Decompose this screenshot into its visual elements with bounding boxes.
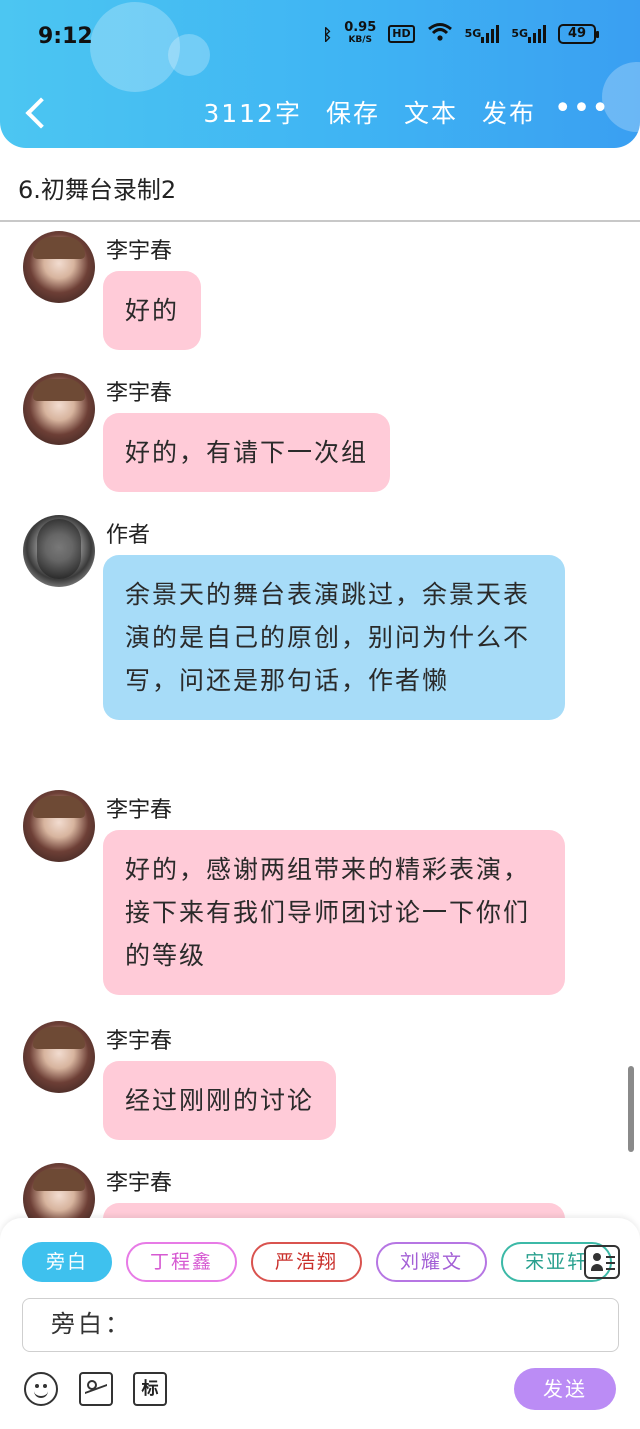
- sender-name: 李宇春: [106, 798, 173, 823]
- chapter-title[interactable]: 6.初舞台录制2: [18, 170, 176, 205]
- image-icon[interactable]: [79, 1372, 113, 1406]
- message-bubble[interactable]: 好的，感谢两组带来的精彩表演，接下来有我们导师团讨论一下你们的等级: [103, 830, 565, 995]
- save-button[interactable]: 保存: [326, 94, 380, 130]
- avatar[interactable]: [23, 515, 95, 587]
- mark-button[interactable]: 标: [133, 1372, 167, 1406]
- sender-name: 李宇春: [106, 239, 173, 264]
- wifi-icon: [427, 22, 453, 46]
- hd-badge: HD: [388, 25, 415, 43]
- status-icons: ᛒ 0.95 KB/S HD 5G 5G 49: [322, 20, 599, 46]
- sender-name: 李宇春: [106, 381, 173, 406]
- nav-bar: 3112字 保存 文本 发布 •••: [0, 84, 640, 140]
- message-bubble[interactable]: 余景天的舞台表演跳过，余景天表演的是自己的原创，别问为什么不写，问还是那句话，作…: [103, 555, 565, 720]
- send-button[interactable]: 发送: [514, 1368, 616, 1410]
- bluetooth-icon: ᛒ: [322, 24, 333, 44]
- sender-name: 李宇春: [106, 1171, 173, 1196]
- net-speed-value: 0.95: [344, 20, 377, 35]
- text-button[interactable]: 文本: [404, 94, 458, 130]
- role-chip[interactable]: 丁程鑫: [126, 1242, 238, 1282]
- word-count: 3112字: [203, 99, 302, 128]
- message-bubble[interactable]: 好的，有请下一次组: [103, 413, 391, 492]
- role-selector: 旁白 丁程鑫 严浩翔 刘耀文 宋亚轩: [22, 1242, 613, 1282]
- header: 9:12 ᛒ 0.95 KB/S HD 5G 5G 49 3112字 保存 文本…: [0, 0, 640, 148]
- publish-button[interactable]: 发布: [482, 94, 536, 130]
- nav-actions: 3112字 保存 文本 发布: [203, 94, 536, 130]
- role-chip-narrator[interactable]: 旁白: [22, 1242, 113, 1282]
- message-bubble[interactable]: [103, 1203, 565, 1218]
- scrollbar[interactable]: [628, 1066, 634, 1152]
- message-bubble[interactable]: 好的: [103, 271, 202, 350]
- sender-name: 李宇春: [106, 1029, 173, 1054]
- status-time: 9:12: [38, 24, 93, 49]
- signal-icon-sim1: 5G: [465, 25, 500, 43]
- avatar[interactable]: [23, 790, 95, 862]
- avatar[interactable]: [23, 1021, 95, 1093]
- battery-icon: 49: [558, 24, 599, 44]
- net-speed: 0.95 KB/S: [344, 20, 377, 46]
- message-bubble[interactable]: 经过刚刚的讨论: [103, 1061, 337, 1140]
- avatar[interactable]: [23, 373, 95, 445]
- net-speed-unit: KB/S: [348, 35, 373, 45]
- message-list[interactable]: 李宇春 好的 李宇春 好的，有请下一次组 作者 余景天的舞台表演跳过，余景天表演…: [0, 223, 640, 1218]
- contacts-icon[interactable]: [584, 1245, 620, 1279]
- role-chip[interactable]: 刘耀文: [376, 1242, 488, 1282]
- message-input[interactable]: 旁白：: [22, 1298, 619, 1352]
- chapter-bar: 6.初舞台录制2: [0, 148, 640, 222]
- avatar[interactable]: [23, 231, 95, 303]
- sim2-label: 5G: [511, 27, 528, 40]
- sim1-label: 5G: [464, 27, 482, 40]
- back-button[interactable]: [20, 90, 60, 134]
- signal-icon-sim2: 5G: [511, 25, 546, 43]
- sender-name: 作者: [106, 523, 151, 548]
- status-bar: 9:12 ᛒ 0.95 KB/S HD 5G 5G 49: [0, 0, 640, 74]
- emoji-icon[interactable]: [24, 1372, 58, 1406]
- avatar[interactable]: [23, 1163, 95, 1218]
- role-chip[interactable]: 严浩翔: [251, 1242, 363, 1282]
- more-icon[interactable]: •••: [554, 94, 610, 124]
- compose-panel: 旁白 丁程鑫 严浩翔 刘耀文 宋亚轩 旁白： 标 发送: [0, 1218, 640, 1429]
